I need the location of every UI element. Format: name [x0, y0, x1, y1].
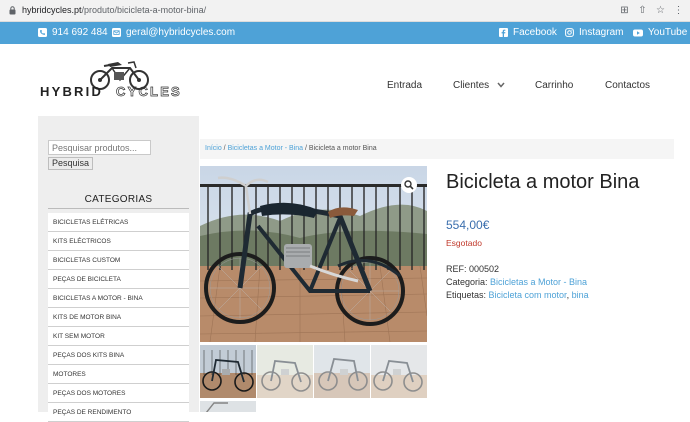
categories-heading: CATEGORIAS	[84, 194, 153, 205]
category-item[interactable]: KIT SEM MOTOR	[48, 327, 189, 346]
site-logo[interactable]: HYBRID CYCLES HYBRID CYCLES	[38, 54, 200, 102]
lock-icon	[9, 6, 16, 15]
ref-label: REF:	[446, 264, 470, 274]
tags-label: Etiquetas:	[446, 290, 489, 300]
product-main-image[interactable]	[200, 166, 427, 342]
product-thumbnail[interactable]	[200, 400, 256, 412]
email-contact[interactable]: geral@hybridcycles.com	[112, 27, 235, 38]
category-link[interactable]: Bicicletas a Motor - Bina	[490, 277, 587, 287]
instagram-icon	[565, 28, 574, 37]
email-address: geral@hybridcycles.com	[126, 27, 236, 38]
product-thumbnail[interactable]	[314, 345, 370, 398]
address-bar[interactable]: hybridcycles.pt/produto/bicicleta-a-moto…	[22, 5, 206, 15]
category-item[interactable]: PEÇAS DOS MOTORES	[48, 384, 189, 403]
menu-dots-icon[interactable]: ⋮	[673, 4, 684, 17]
product-price: 554,00€	[446, 218, 490, 232]
product-search-input[interactable]: Pesquisar produtos...	[48, 140, 151, 155]
youtube-link[interactable]: YouTube	[633, 27, 687, 38]
url-path: /produto/bicicleta-a-motor-bina/	[81, 5, 207, 15]
category-item[interactable]: PEÇAS DE RENDIMENTO	[48, 403, 189, 422]
category-list: BICICLETAS ELÉTRICAS KITS ELÉCTRICOS BIC…	[48, 213, 189, 422]
youtube-label: YouTube	[648, 27, 688, 38]
category-item[interactable]: BICICLETAS A MOTOR - BINA	[48, 289, 189, 308]
category-item[interactable]: BICICLETAS CUSTOM	[48, 251, 189, 270]
tag-link[interactable]: bina	[572, 290, 589, 300]
phone-contact[interactable]: 914 692 484	[38, 27, 108, 38]
search-button[interactable]: Pesquisa	[48, 157, 94, 170]
youtube-icon	[633, 29, 643, 36]
product-thumbnail[interactable]	[371, 345, 427, 398]
phone-icon	[38, 28, 47, 37]
envelope-icon	[112, 28, 121, 37]
ref-value: 000502	[469, 264, 500, 274]
phone-number: 914 692 484	[52, 27, 108, 38]
product-category: Categoria: Bicicletas a Motor - Bina	[446, 277, 587, 287]
product-ref: REF: 000502	[446, 264, 499, 274]
breadcrumb-home-link[interactable]: Início	[205, 145, 222, 152]
category-item[interactable]: BICICLETAS ELÉTRICAS	[48, 213, 189, 232]
magnifier-icon	[404, 180, 414, 190]
instagram-link[interactable]: Instagram	[565, 27, 623, 38]
nav-clientes-label: Clientes	[453, 80, 490, 91]
category-item[interactable]: KITS DE MOTOR BINA	[48, 308, 189, 327]
product-thumbnail[interactable]	[200, 345, 256, 398]
category-item[interactable]: KITS ELÉCTRICOS	[48, 232, 189, 251]
category-item[interactable]: PEÇAS DE BICICLETA	[48, 270, 189, 289]
facebook-label: Facebook	[513, 27, 557, 38]
category-label: Categoria:	[446, 277, 491, 287]
nav-contactos[interactable]: Contactos	[605, 80, 650, 91]
instagram-label: Instagram	[579, 27, 624, 38]
nav-entrada[interactable]: Entrada	[387, 80, 422, 91]
product-thumbnail[interactable]	[257, 345, 313, 398]
product-thumbnails	[200, 345, 427, 412]
top-contact-bar: 914 692 484 geral@hybridcycles.com Faceb…	[0, 22, 690, 44]
svg-text:CYCLES: CYCLES	[116, 84, 182, 98]
sidebar: Pesquisar produtos... Pesquisa CATEGORIA…	[38, 116, 199, 422]
browser-toolbar: hybridcycles.pt/produto/bicicleta-a-moto…	[0, 0, 690, 22]
zoom-button[interactable]	[401, 177, 417, 193]
breadcrumb-current: Bicicleta a motor Bina	[308, 145, 377, 152]
bookmark-star-icon[interactable]: ☆	[655, 4, 666, 17]
category-item[interactable]: MOTORES	[48, 365, 189, 384]
category-item[interactable]: PEÇAS DOS KITS BINA	[48, 346, 189, 365]
stock-status: Esgotado	[446, 238, 482, 248]
divider	[48, 208, 189, 209]
product-tags: Etiquetas: Bicicleta com motor, bina	[446, 290, 589, 300]
nav-carrinho[interactable]: Carrinho	[535, 80, 573, 91]
facebook-link[interactable]: Facebook	[499, 27, 557, 38]
breadcrumb-category-link[interactable]: Bicicletas a Motor - Bina	[228, 145, 303, 152]
share-icon[interactable]: ⇧	[637, 4, 648, 17]
nav-clientes[interactable]: Clientes	[453, 80, 505, 91]
breadcrumb: Início / Bicicletas a Motor - Bina / Bic…	[200, 139, 674, 159]
chevron-down-icon	[497, 82, 505, 89]
translate-icon[interactable]: ⊞	[619, 4, 630, 17]
logo-wordmark: HYBRID CYCLES	[40, 84, 182, 98]
url-domain: hybridcycles.pt	[22, 5, 82, 15]
svg-text:HYBRID: HYBRID	[40, 84, 103, 98]
facebook-icon	[499, 28, 508, 37]
tag-link[interactable]: Bicicleta com motor	[489, 290, 567, 300]
product-title: Bicicleta a motor Bina	[446, 171, 640, 193]
